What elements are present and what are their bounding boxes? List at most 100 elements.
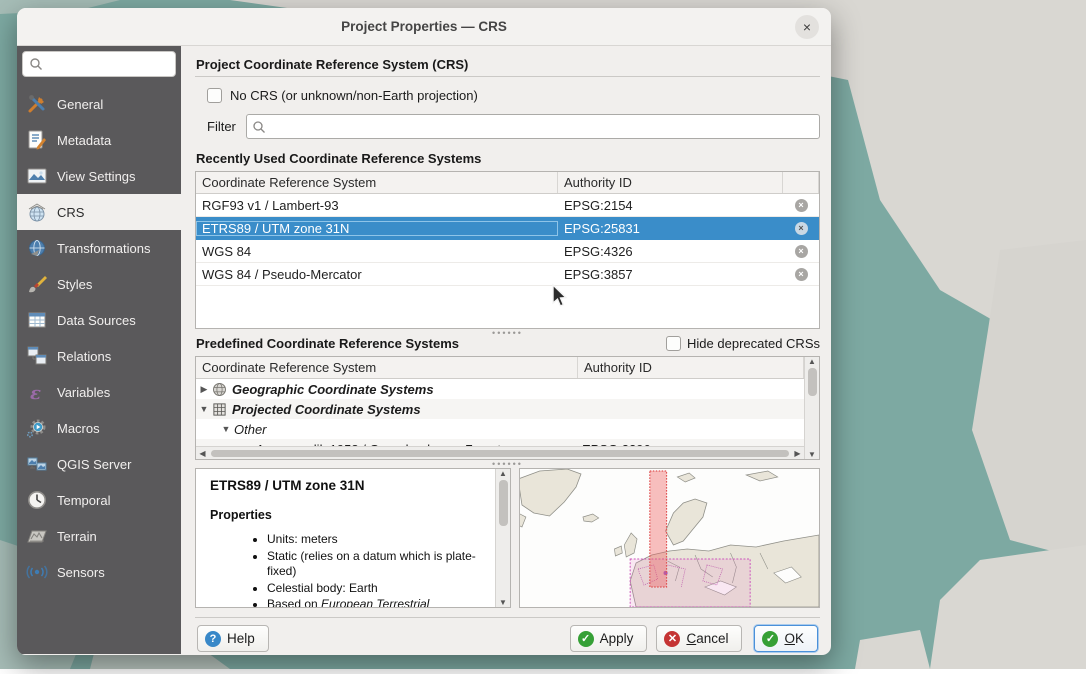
horizontal-scrollbar[interactable]: ◀ ▶ [196,446,804,459]
sensors-signal-icon [26,561,48,583]
remove-crs-icon[interactable]: × [795,222,808,235]
transformations-icon [26,237,48,259]
predefined-crs-table: Coordinate Reference System Authority ID… [195,356,820,460]
apply-button[interactable]: ✓ Apply [570,625,648,652]
scrollbar-thumb[interactable] [499,480,508,526]
predefined-table-header: Coordinate Reference System Authority ID [196,357,804,379]
sidebar-item-general[interactable]: General [17,86,181,122]
tree-row-ammassalik[interactable]: Ammassalik 1958 / Greenland zone 7 east … [196,439,804,446]
dialog-titlebar[interactable]: Project Properties — CRS × [17,8,831,46]
sidebar-item-transformations[interactable]: Transformations [17,230,181,266]
sidebar-item-label: Variables [57,385,110,400]
tree-row-geographic[interactable]: ▶ Geographic Coordinate Systems [196,379,804,399]
sidebar-item-label: CRS [57,205,84,220]
crs-name-cell[interactable]: ETRS89 / UTM zone 31N [196,221,558,236]
crs-name-cell[interactable]: WGS 84 [196,244,558,259]
sidebar-item-data-sources[interactable]: Data Sources [17,302,181,338]
tree-label: Other [234,422,267,437]
page-title: Project Coordinate Reference System (CRS… [196,57,820,72]
chevron-down-icon[interactable]: ▼ [218,424,234,434]
authority-cell[interactable]: EPSG:4326 [558,244,783,259]
remove-crs-icon[interactable]: × [795,268,808,281]
scrollbar-thumb[interactable] [211,450,789,457]
crs-settings-panel: Project Coordinate Reference System (CRS… [181,46,831,654]
tools-icon [26,93,48,115]
column-header-crs[interactable]: Coordinate Reference System [196,357,578,378]
sidebar-item-label: Temporal [57,493,110,508]
svg-text:ε: ε [30,383,41,403]
mouse-cursor [549,283,569,311]
vertical-scrollbar[interactable]: ▲ ▼ [495,469,510,607]
remove-crs-icon[interactable]: × [795,199,808,212]
no-crs-checkbox[interactable] [207,88,222,103]
properties-list: Units: meters Static (relies on a datum … [267,532,491,607]
scroll-down-icon[interactable]: ▼ [499,598,507,607]
remove-crs-icon[interactable]: × [795,245,808,258]
sidebar-item-crs[interactable]: CRS [17,194,181,230]
sidebar-search-input[interactable] [22,51,176,77]
terrain-icon [26,525,48,547]
sidebar-item-label: Macros [57,421,100,436]
column-header-remove[interactable] [783,172,819,193]
tree-label: Projected Coordinate Systems [232,402,421,417]
sidebar-item-qgis-server[interactable]: QGIS Server [17,446,181,482]
sidebar-item-styles[interactable]: Styles [17,266,181,302]
splitter-handle[interactable]: •••••• [195,329,820,336]
help-icon: ? [205,631,221,647]
sidebar-item-label: Data Sources [57,313,136,328]
column-header-authority[interactable]: Authority ID [578,357,804,378]
table-row-selected[interactable]: ETRS89 / UTM zone 31N EPSG:25831 × [196,217,819,240]
scroll-right-icon[interactable]: ▶ [791,449,804,458]
sidebar-item-label: Styles [57,277,92,292]
table-row[interactable]: RGF93 v1 / Lambert-93 EPSG:2154 × [196,194,819,217]
help-button[interactable]: ? Help [197,625,269,652]
hide-deprecated-checkbox[interactable] [666,336,681,351]
chevron-down-icon[interactable]: ▼ [196,404,212,414]
property-item: Based on European Terrestrial [267,597,491,607]
authority-cell[interactable]: EPSG:3857 [558,267,783,282]
chevron-right-icon[interactable]: ▶ [196,384,212,395]
dialog-title: Project Properties — CRS [341,19,507,34]
crs-extent-map-preview [519,468,820,608]
crs-globe-icon [26,201,48,223]
tree-row-projected[interactable]: ▼ Projected Coordinate Systems [196,399,804,419]
view-settings-icon [26,165,48,187]
close-icon[interactable]: × [795,15,819,39]
ok-button[interactable]: ✓ OK [754,625,818,652]
crs-name-cell[interactable]: WGS 84 / Pseudo-Mercator [196,267,558,282]
authority-cell[interactable]: EPSG:2154 [558,198,783,213]
filter-input[interactable] [246,114,820,139]
sidebar-item-variables[interactable]: ε Variables [17,374,181,410]
column-header-authority[interactable]: Authority ID [558,172,783,193]
epsilon-icon: ε [26,381,48,403]
authority-cell[interactable]: EPSG:25831 [558,221,783,236]
sidebar-item-metadata[interactable]: Metadata [17,122,181,158]
sidebar-item-sensors[interactable]: Sensors [17,554,181,590]
scroll-down-icon[interactable]: ▼ [808,450,816,459]
tree-row-other[interactable]: ▼ Other [196,419,804,439]
tree-label: Geographic Coordinate Systems [232,382,434,397]
vertical-scrollbar[interactable]: ▲ ▼ [804,357,819,459]
splitter-handle[interactable]: •••••• [195,460,820,467]
property-item: Static (relies on a datum which is plate… [267,549,491,580]
sidebar-item-view-settings[interactable]: View Settings [17,158,181,194]
scroll-left-icon[interactable]: ◀ [196,449,209,458]
column-header-crs[interactable]: Coordinate Reference System [196,172,558,193]
scrollbar-thumb[interactable] [808,368,817,396]
check-icon: ✓ [578,631,594,647]
crs-name-cell[interactable]: RGF93 v1 / Lambert-93 [196,198,558,213]
search-icon [252,120,266,134]
recent-crs-table: Coordinate Reference System Authority ID… [195,171,820,329]
scroll-up-icon[interactable]: ▲ [499,469,507,478]
sidebar-item-macros[interactable]: Macros [17,410,181,446]
sidebar-item-relations[interactable]: Relations [17,338,181,374]
sidebar-item-label: View Settings [57,169,136,184]
table-row[interactable]: WGS 84 EPSG:4326 × [196,240,819,263]
scroll-up-icon[interactable]: ▲ [808,357,816,366]
sidebar-item-temporal[interactable]: Temporal [17,482,181,518]
paintbrush-icon [26,273,48,295]
sidebar-item-terrain[interactable]: Terrain [17,518,181,554]
table-row[interactable]: WGS 84 / Pseudo-Mercator EPSG:3857 × [196,263,819,286]
cancel-button[interactable]: ✕ Cancel [656,625,742,652]
search-icon [29,57,43,71]
